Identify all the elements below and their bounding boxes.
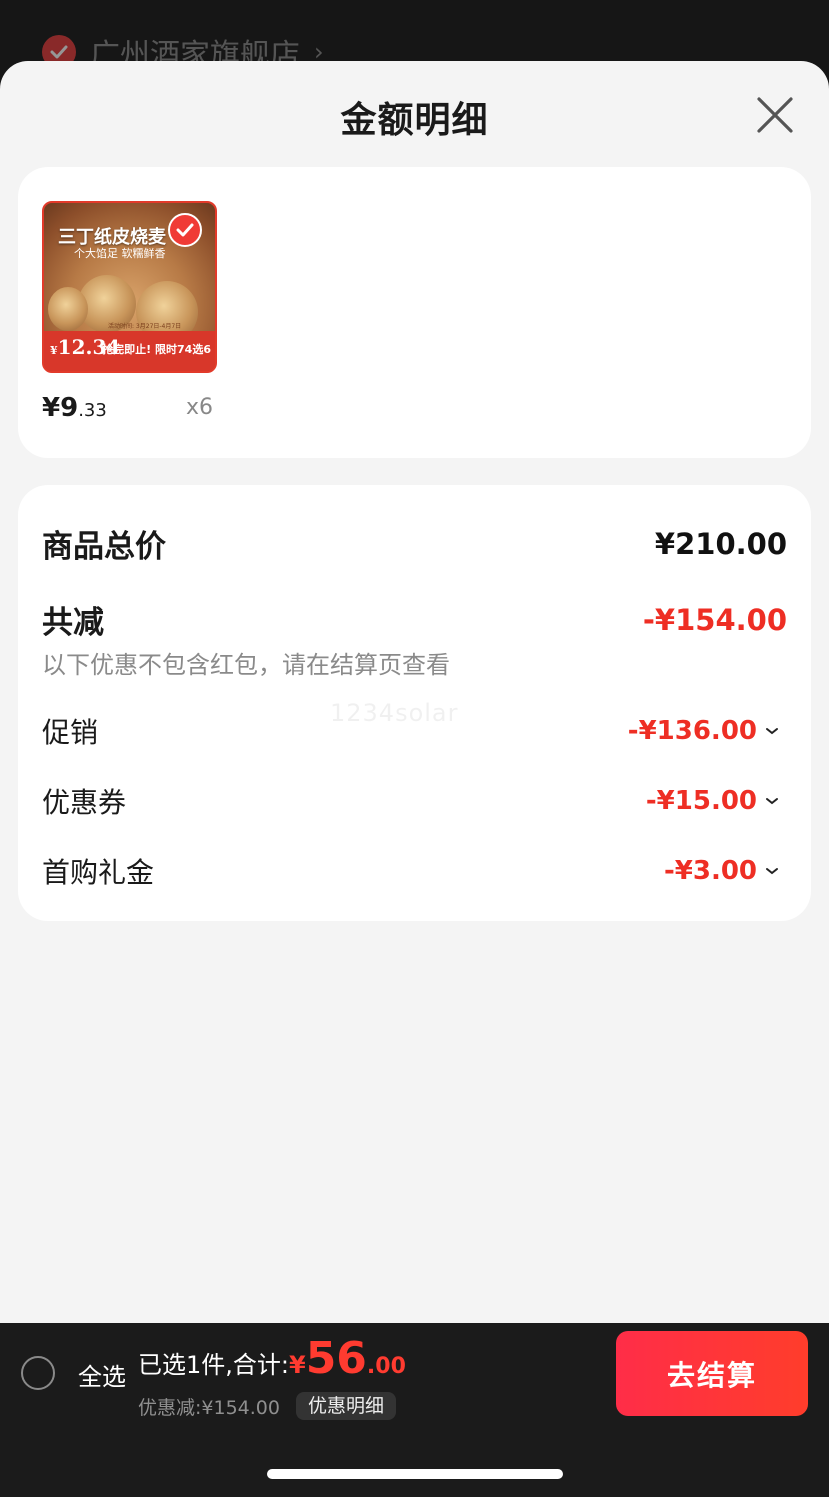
discount-row-first-purchase[interactable]: 首购礼金 -¥3.00 bbox=[42, 851, 779, 891]
close-icon[interactable] bbox=[755, 95, 795, 135]
image-tiny-text: 活动时间: 3月27日-4月7日 bbox=[108, 323, 182, 330]
discount-label: 首购礼金 bbox=[42, 856, 155, 889]
chevron-down-icon bbox=[766, 728, 778, 735]
image-promo: 抢完即止! 限时74选6 bbox=[102, 343, 211, 356]
amount-card: 商品总价 ¥210.00 共减 -¥154.00 以下优惠不包含红包，请在结算页… bbox=[18, 485, 811, 921]
discount-row-promotion[interactable]: 促销 -¥136.00 bbox=[42, 711, 779, 751]
discount-value: -¥3.00 bbox=[664, 856, 779, 886]
discount-note: 以下优惠不包含红包，请在结算页查看 bbox=[42, 651, 450, 679]
total-summary: 已选1件,合计: ¥ 56 .00 bbox=[138, 1337, 406, 1381]
selected-summary: 已选1件,合计: bbox=[138, 1351, 289, 1379]
sheet-title: 金额明细 bbox=[340, 100, 489, 141]
product-card: 三丁纸皮烧麦 个大馅足 软糯鲜香 活动时间: 3月27日-4月7日 ¥12.34… bbox=[18, 167, 811, 458]
total-row: 商品总价 ¥210.00 bbox=[42, 521, 787, 566]
currency-symbol: ¥ bbox=[288, 1351, 306, 1379]
discount-row-coupon[interactable]: 优惠券 -¥15.00 bbox=[42, 781, 779, 821]
amount-detail-sheet: 金额明细 三丁纸皮烧麦 个大馅足 软糯鲜香 活动时间: 3月27日-4月7日 ¥… bbox=[0, 61, 829, 1323]
discount-detail-button[interactable]: 优惠明细 bbox=[296, 1392, 397, 1420]
total-amount-int: 56 bbox=[305, 1333, 367, 1384]
chevron-down-icon bbox=[766, 798, 778, 805]
dumpling-shape bbox=[48, 287, 88, 331]
home-indicator[interactable] bbox=[267, 1469, 563, 1479]
total-amount-dec: .00 bbox=[366, 1354, 406, 1379]
chevron-down-icon bbox=[766, 868, 778, 875]
reduce-value: -¥154.00 bbox=[642, 602, 787, 637]
total-label: 商品总价 bbox=[42, 529, 166, 565]
image-price-bar: 活动时间: 3月27日-4月7日 ¥12.34 抢完即止! 限时74选6 bbox=[44, 323, 215, 371]
select-all-label[interactable]: 全选 bbox=[78, 1357, 126, 1392]
total-value: ¥210.00 bbox=[654, 526, 787, 561]
checkout-button[interactable]: 去结算 bbox=[616, 1331, 808, 1416]
discount-summary: 优惠减:¥154.00 bbox=[138, 1397, 280, 1419]
select-all-radio[interactable] bbox=[21, 1356, 55, 1390]
discount-label: 促销 bbox=[42, 716, 99, 749]
checkout-bar: 全选 已选1件,合计: ¥ 56 .00 优惠减:¥154.00 优惠明细 去结… bbox=[0, 1323, 829, 1423]
image-subtitle: 个大馅足 软糯鲜香 bbox=[74, 247, 166, 260]
product-quantity: x6 bbox=[186, 395, 214, 420]
reduce-label: 共减 bbox=[42, 605, 104, 641]
home-indicator-area bbox=[0, 1423, 829, 1497]
discount-value: -¥15.00 bbox=[646, 786, 779, 816]
product-price: ¥9.33 bbox=[42, 393, 107, 423]
discount-value: -¥136.00 bbox=[628, 716, 779, 746]
selected-check-icon[interactable] bbox=[168, 213, 202, 247]
reduce-row: 共减 -¥154.00 bbox=[42, 597, 787, 642]
discount-label: 优惠券 bbox=[42, 786, 127, 819]
